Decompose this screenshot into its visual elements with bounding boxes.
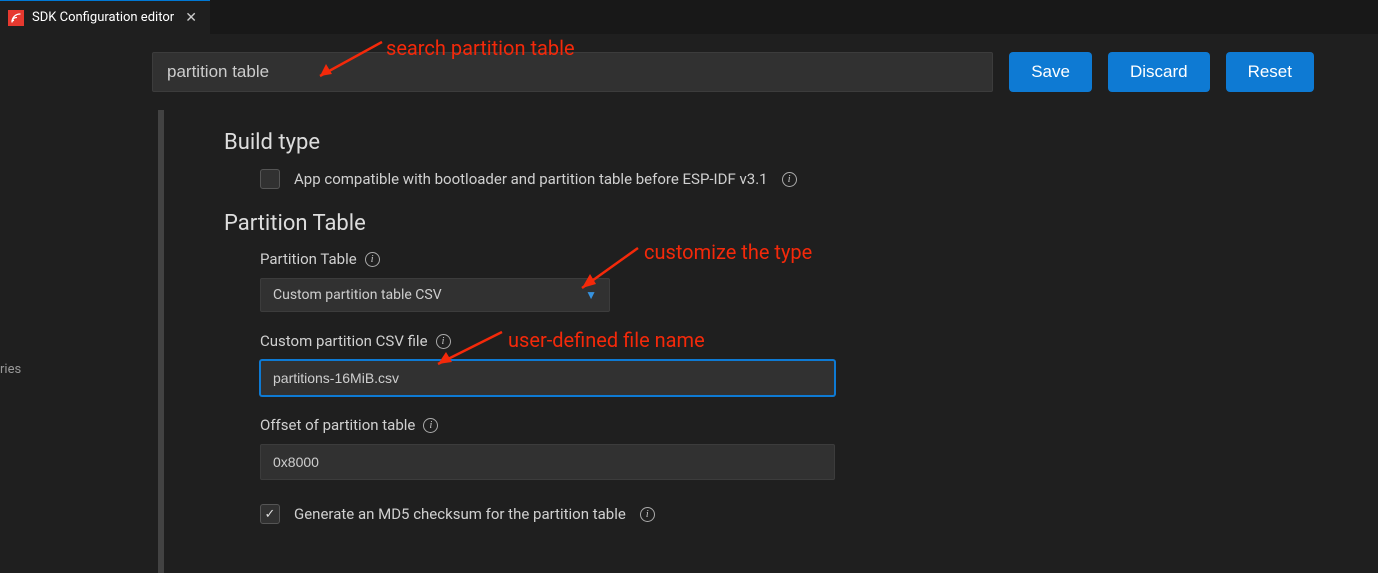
section-title-build-type: Build type: [224, 130, 1314, 155]
tab-title: SDK Configuration editor: [32, 10, 174, 25]
annotation-filename: user-defined file name: [508, 328, 705, 352]
md5-checkbox[interactable]: [260, 504, 280, 524]
close-icon[interactable]: ✕: [182, 9, 200, 27]
sidebar-fragment: ries: [0, 34, 24, 573]
dropdown-value: Custom partition table CSV: [273, 287, 442, 303]
info-icon[interactable]: i: [423, 418, 438, 433]
reset-button[interactable]: Reset: [1226, 52, 1314, 92]
offset-input[interactable]: [260, 444, 835, 480]
info-icon[interactable]: i: [640, 507, 655, 522]
info-icon[interactable]: i: [436, 334, 451, 349]
section-title-partition-table: Partition Table: [224, 211, 1314, 236]
annotation-type: customize the type: [644, 240, 812, 264]
info-icon[interactable]: i: [782, 172, 797, 187]
md5-label: Generate an MD5 checksum for the partiti…: [294, 505, 626, 523]
chevron-down-icon: ▼: [585, 288, 597, 302]
config-panel: Build type App compatible with bootloade…: [158, 110, 1314, 573]
annotation-search: search partition table: [386, 36, 575, 60]
save-button[interactable]: Save: [1009, 52, 1092, 92]
compat-label: App compatible with bootloader and parti…: [294, 170, 768, 188]
offset-label: Offset of partition table: [260, 416, 415, 434]
partition-table-label: Partition Table: [260, 250, 357, 268]
partition-type-dropdown[interactable]: Custom partition table CSV ▼: [260, 278, 610, 312]
tab-sdk-config[interactable]: SDK Configuration editor ✕: [0, 0, 210, 34]
csv-file-input[interactable]: [260, 360, 835, 396]
espressif-icon: [8, 10, 24, 26]
info-icon[interactable]: i: [365, 252, 380, 267]
compat-checkbox[interactable]: [260, 169, 280, 189]
csv-file-label: Custom partition CSV file: [260, 332, 428, 350]
action-row: Save Discard Reset: [24, 34, 1378, 110]
tab-bar: SDK Configuration editor ✕: [0, 0, 1378, 34]
discard-button[interactable]: Discard: [1108, 52, 1210, 92]
